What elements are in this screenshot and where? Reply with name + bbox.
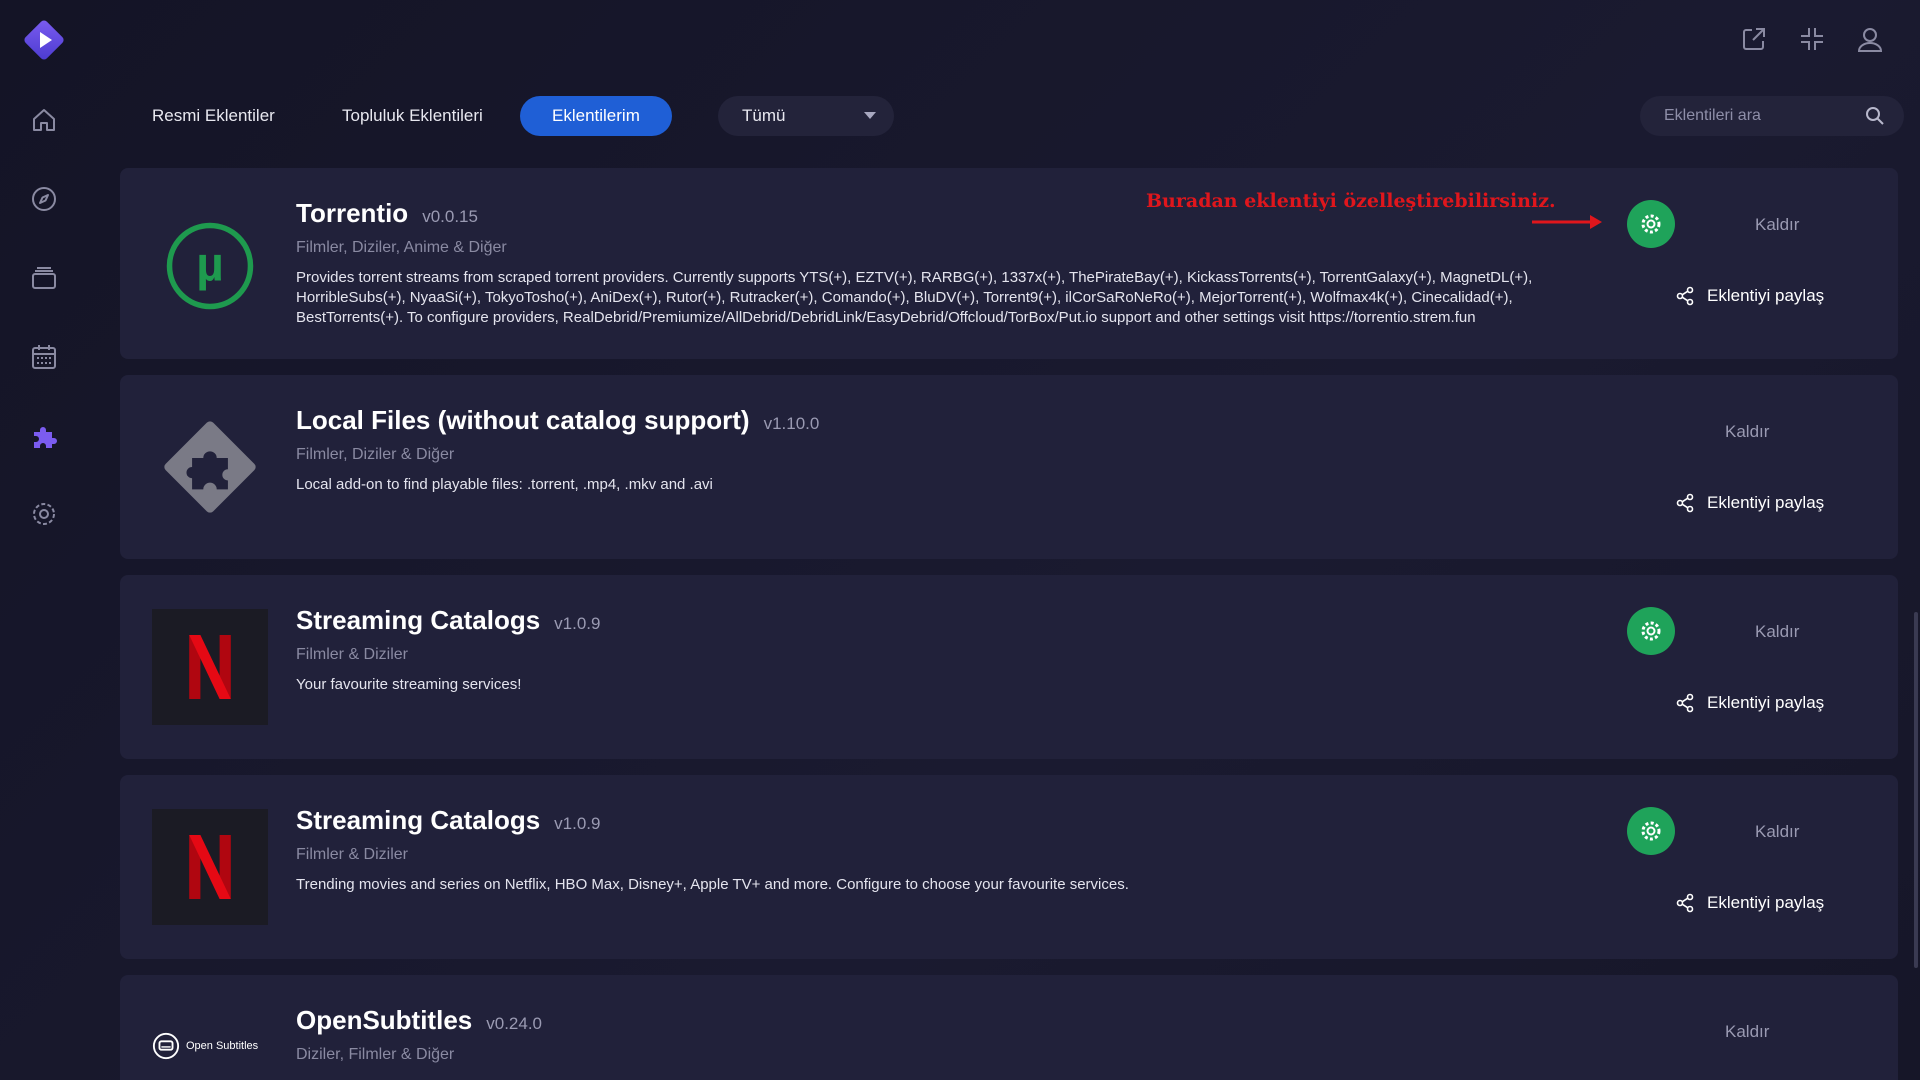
- minimize-button[interactable]: [1795, 22, 1829, 56]
- tab-community-addons[interactable]: Topluluk Eklentileri: [310, 96, 515, 136]
- addon-types: Filmler, Diziler & Diğer: [296, 446, 455, 463]
- share-icon: [1676, 493, 1694, 513]
- addon-version: v1.0.9: [554, 814, 601, 833]
- open-external-button[interactable]: [1737, 22, 1771, 56]
- share-label: Eklentiyi paylaş: [1707, 893, 1825, 912]
- app-logo[interactable]: [22, 18, 66, 62]
- addon-version: v0.0.15: [422, 207, 478, 226]
- addon-description: Your favourite streaming services!: [296, 676, 522, 693]
- nav-discover[interactable]: [24, 179, 64, 219]
- addon-logo: Open Subtitles: [152, 1021, 282, 1071]
- nav-settings[interactable]: [24, 494, 64, 534]
- addon-name: Local Files (without catalog support): [296, 405, 750, 435]
- addon-title: Local Files (without catalog support) v1.…: [296, 405, 819, 436]
- addon-description: Trending movies and series on Netflix, H…: [296, 876, 1129, 893]
- addon-types: Filmler, Diziler, Anime & Diğer: [296, 239, 507, 256]
- calendar-icon: [32, 345, 56, 369]
- addon-description: Provides torrent streams from scraped to…: [296, 269, 1533, 326]
- netflix-logo-icon: [189, 835, 231, 899]
- share-label: Eklentiyi paylaş: [1707, 286, 1825, 305]
- torrentio-logo: µ: [166, 222, 254, 310]
- addon-title: OpenSubtitles v0.24.0: [296, 1005, 542, 1036]
- user-icon: [1857, 28, 1883, 52]
- nav-addons[interactable]: [24, 416, 64, 456]
- nav-library[interactable]: [24, 258, 64, 298]
- type-filter-value: Tümü: [742, 106, 786, 125]
- share-label: Eklentiyi paylaş: [1707, 493, 1825, 512]
- opensubtitles-logo-text: Open Subtitles: [186, 1040, 259, 1052]
- gear-icon: [1641, 821, 1661, 841]
- remove-button[interactable]: Kaldır: [1755, 622, 1799, 642]
- library-icon: [32, 267, 56, 289]
- addon-title: Streaming Catalogs v1.0.9: [296, 605, 600, 636]
- addon-name: Streaming Catalogs: [296, 805, 541, 835]
- search-input[interactable]: [1664, 107, 1854, 125]
- nav-calendar[interactable]: [24, 337, 64, 377]
- share-button[interactable]: Eklentiyi paylaş: [1675, 493, 1824, 513]
- svg-text:µ: µ: [196, 239, 224, 292]
- gear-icon: [1641, 214, 1661, 234]
- nav-home[interactable]: [24, 100, 64, 140]
- annotation-text: Buradan eklentiyi özelleştirebilirsiniz.: [1146, 190, 1556, 212]
- addon-version: v1.0.9: [554, 614, 601, 633]
- external-link-icon: [1743, 28, 1765, 50]
- opensubtitles-logo-icon: [152, 1032, 180, 1060]
- share-icon: [1676, 893, 1694, 913]
- share-button[interactable]: Eklentiyi paylaş: [1675, 693, 1824, 713]
- scrollbar[interactable]: [1914, 612, 1918, 968]
- addon-card: Local Files (without catalog support) v1.…: [120, 375, 1898, 559]
- remove-button[interactable]: Kaldır: [1755, 822, 1799, 842]
- sidebar: [0, 0, 88, 1080]
- share-button[interactable]: Eklentiyi paylaş: [1675, 286, 1824, 306]
- addon-card: µ Torrentio v0.0.15 Filmler, Diziler, Ani…: [120, 168, 1898, 359]
- addon-types: Diziler, Filmler & Diğer: [296, 1046, 455, 1063]
- type-filter-dropdown[interactable]: Tümü: [718, 96, 894, 136]
- configure-button[interactable]: [1627, 200, 1675, 248]
- gear-icon: [1641, 621, 1661, 641]
- addon-name: Torrentio: [296, 198, 409, 228]
- configure-button[interactable]: [1627, 607, 1675, 655]
- addon-version: v0.24.0: [486, 1014, 543, 1033]
- addon-title: Torrentio v0.0.15: [296, 198, 478, 229]
- addon-name: OpenSubtitles: [296, 1005, 473, 1035]
- addon-card: Open Subtitles OpenSubtitles v0.24.0 Dizi…: [120, 975, 1898, 1080]
- addons-icon: [34, 427, 57, 448]
- share-icon: [1676, 286, 1694, 306]
- addon-title: Streaming Catalogs v1.0.9: [296, 805, 600, 836]
- tab-my-addons[interactable]: Eklentilerim: [520, 96, 672, 136]
- share-label: Eklentiyi paylaş: [1707, 693, 1825, 712]
- tab-official-addons[interactable]: Resmi Eklentiler: [120, 96, 307, 136]
- addon-types: Filmler & Diziler: [296, 646, 408, 663]
- addon-version: v1.10.0: [763, 414, 820, 433]
- settings-icon: [33, 503, 55, 525]
- home-icon: [33, 109, 55, 131]
- addon-logo: [152, 809, 268, 925]
- addon-types: Filmler & Diziler: [296, 846, 408, 863]
- addon-logo: µ: [152, 208, 268, 324]
- addon-logo: [152, 409, 268, 525]
- annotation-arrow-icon: [1532, 215, 1602, 229]
- share-icon: [1676, 693, 1694, 713]
- remove-button[interactable]: Kaldır: [1725, 1022, 1769, 1042]
- share-button[interactable]: Eklentiyi paylaş: [1675, 893, 1824, 913]
- remove-button[interactable]: Kaldır: [1725, 422, 1769, 442]
- minimize-icon: [1801, 28, 1823, 50]
- netflix-logo-icon: [189, 635, 231, 699]
- chevron-down-icon: [864, 112, 876, 119]
- puzzle-logo-icon: [164, 421, 256, 513]
- addon-name: Streaming Catalogs: [296, 605, 541, 635]
- profile-button[interactable]: [1853, 22, 1887, 56]
- addon-logo: [152, 609, 268, 725]
- search-icon[interactable]: [1864, 105, 1886, 127]
- discover-icon: [32, 187, 56, 211]
- addon-card: Streaming Catalogs v1.0.9 Filmler & Dizil…: [120, 575, 1898, 759]
- remove-button[interactable]: Kaldır: [1755, 215, 1799, 235]
- addon-card: Streaming Catalogs v1.0.9 Filmler & Dizil…: [120, 775, 1898, 959]
- configure-button[interactable]: [1627, 807, 1675, 855]
- addon-description: Local add-on to find playable files: .to…: [296, 476, 713, 493]
- addon-search: [1640, 96, 1904, 136]
